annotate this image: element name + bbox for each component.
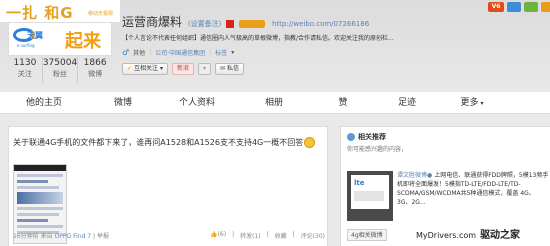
profile-tags[interactable]: 标签 bbox=[215, 48, 227, 57]
comment-button[interactable]: 评论(30) bbox=[301, 231, 325, 240]
tab-home[interactable]: 他的主页 bbox=[0, 92, 88, 114]
profile-name: 运营商爆料 bbox=[122, 15, 183, 29]
stat-followers[interactable]: 375004 粉丝 bbox=[43, 57, 79, 83]
profile-intro: 【个人言论不代表任何组织】通信圈内人气极高的草根微博，指教/合作请私信。欢迎关注… bbox=[122, 35, 394, 42]
badge-blue-icon[interactable] bbox=[507, 2, 521, 12]
vip-badge-icon[interactable] bbox=[239, 19, 266, 28]
recommend-tag[interactable]: 4g相关微博 bbox=[347, 229, 387, 241]
corner-badges: V6 bbox=[488, 2, 550, 12]
check-icon: ✓ bbox=[127, 65, 133, 72]
more-actions-button[interactable]: ▾ bbox=[198, 63, 212, 75]
stat-following[interactable]: 1130 关注 bbox=[8, 57, 43, 83]
tab-album[interactable]: 相册 bbox=[236, 92, 312, 114]
banner-strip: 一扎 和G 移动无极限 bbox=[0, 0, 120, 22]
report-link[interactable]: 举报 bbox=[97, 233, 109, 240]
esurfing-logo-icon: 天翼 e surfing bbox=[13, 28, 49, 52]
banner-tagline: 移动无极限 bbox=[88, 11, 114, 17]
recommend-subtitle: 你可能感兴趣的内容， bbox=[347, 146, 408, 153]
badge-green-icon[interactable] bbox=[524, 2, 538, 12]
set-remark-link[interactable]: (设置备注) bbox=[188, 20, 221, 28]
tab-likes[interactable]: 赞 bbox=[312, 92, 374, 114]
recommend-author[interactable]: 谭文胜微博 bbox=[397, 172, 427, 179]
envelope-icon: ✉ bbox=[220, 65, 226, 72]
v6-level-icon[interactable]: V6 bbox=[488, 2, 504, 12]
tab-weibo[interactable]: 微博 bbox=[88, 92, 158, 114]
post-time[interactable]: 16分钟前 bbox=[13, 233, 39, 240]
post-footer: 16分钟前 来自 OPPO Find 7 | 举报 👍(6) | 转发(1) |… bbox=[13, 231, 325, 240]
tab-profile[interactable]: 个人资料 bbox=[158, 92, 236, 114]
profile-url[interactable]: http://weibo.com/07266186 bbox=[272, 20, 369, 28]
avatar[interactable]: 天翼 e surfing 起来 bbox=[8, 22, 112, 56]
avatar-slogan: 起来 bbox=[65, 31, 101, 52]
profile-meta: ♂ 其他 | 公司·中国通信集团 | 标签 ▾ bbox=[122, 48, 235, 57]
favorite-button[interactable]: 收藏 bbox=[275, 231, 287, 240]
thumb-up-icon: 👍 bbox=[210, 231, 218, 238]
verified-badge-icon: ● bbox=[427, 172, 433, 179]
group-button[interactable]: 新浪 bbox=[171, 63, 194, 75]
recommend-thumbnail[interactable]: lte bbox=[347, 171, 393, 221]
profile-company[interactable]: 公司·中国通信集团 bbox=[155, 48, 205, 57]
post-card: 关于联通4G手机的文件都下来了，谁再问A1528和A1526支不支持4G一概不回… bbox=[8, 126, 328, 246]
profile-cover: 一扎 和G 移动无极限 天翼 e surfing 起来 1130 关注 3750… bbox=[0, 0, 550, 90]
tab-footprint[interactable]: 足迹 bbox=[374, 92, 440, 114]
smile-emoji-icon bbox=[304, 137, 316, 148]
recommend-item[interactable]: 谭文胜微博● 上网电信、联通获得FDD牌照，5模13频手机即将全面爆发！5模指T… bbox=[397, 171, 549, 207]
badge-orange-icon[interactable] bbox=[541, 2, 550, 12]
banner-logo: 一扎 和G bbox=[6, 4, 74, 22]
profile-region: 其他 bbox=[133, 50, 146, 57]
forward-button[interactable]: 转发(1) bbox=[240, 231, 261, 240]
tab-more[interactable]: 更多 ▾ bbox=[440, 92, 504, 114]
mutual-follow-button[interactable]: ✓ 互相关注 ▾ bbox=[122, 63, 168, 75]
profile-info: 运营商爆料 (设置备注) http://weibo.com/07266186 【… bbox=[122, 14, 422, 75]
recommend-title: 相关推荐 bbox=[347, 132, 386, 142]
profile-actions: ✓ 互相关注 ▾ 新浪 ▾ ✉ 私信 bbox=[122, 63, 422, 75]
like-button[interactable]: 👍(6) bbox=[210, 231, 226, 240]
chevron-down-icon[interactable]: ▾ bbox=[231, 49, 234, 56]
site-watermark: MyDrivers.com 驱动之家 bbox=[416, 230, 521, 241]
post-text: 关于联通4G手机的文件都下来了，谁再问A1528和A1526支不支持4G一概不回… bbox=[13, 137, 316, 148]
male-icon: ♂ bbox=[122, 48, 130, 57]
verified-badge-icon[interactable] bbox=[226, 19, 235, 28]
chevron-down-icon: ▾ bbox=[480, 100, 484, 107]
post-source[interactable]: OPPO Find 7 bbox=[55, 233, 92, 240]
message-button[interactable]: ✉ 私信 bbox=[215, 63, 245, 75]
stat-posts[interactable]: 1866 微博 bbox=[78, 57, 112, 83]
profile-stats: 1130 关注 375004 粉丝 1866 微博 bbox=[8, 57, 112, 83]
recommend-icon bbox=[347, 133, 355, 141]
profile-tabs: 他的主页 微博 个人资料 相册 赞 足迹 更多 ▾ bbox=[0, 92, 550, 114]
